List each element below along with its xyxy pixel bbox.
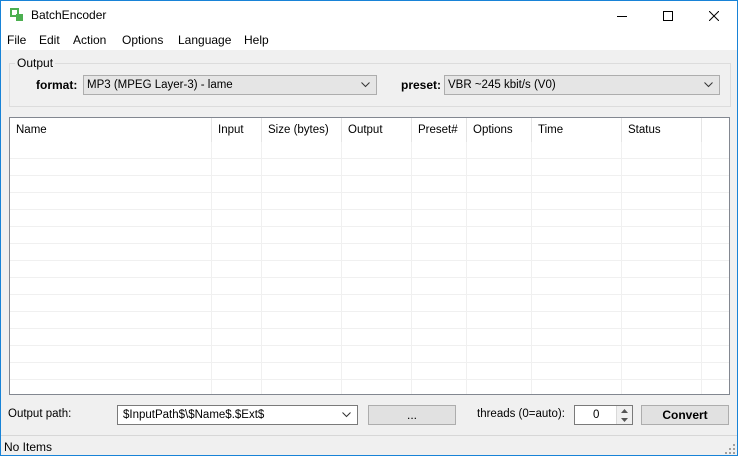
output-group-title: Output (15, 56, 56, 70)
column-label: Input (218, 124, 244, 136)
column-label: Preset# (418, 124, 458, 136)
grid-row-line (10, 192, 729, 193)
grid-row-line (10, 226, 729, 227)
menu-help[interactable]: Help (244, 33, 269, 47)
column-label: Time (538, 124, 564, 136)
menu-file[interactable]: File (7, 33, 26, 47)
column-header-time[interactable]: Time (532, 118, 622, 142)
chevron-down-icon (342, 412, 351, 418)
output-path-value: $InputPath$\$Name$.$Ext$ (123, 409, 265, 421)
menu-options[interactable]: Options (122, 33, 163, 47)
column-header-options[interactable]: Options (467, 118, 532, 142)
column-label: Status (628, 124, 661, 136)
maximize-icon (663, 10, 673, 21)
minimize-button[interactable] (599, 1, 645, 30)
grid-row-line (10, 158, 729, 159)
column-header-output[interactable]: Output (342, 118, 412, 142)
grid-row-line (10, 175, 729, 176)
preset-value: VBR ~245 kbit/s (V0) (448, 79, 556, 91)
grid-row-line (10, 260, 729, 261)
main-window: BatchEncoder File Edit Action Options La… (0, 0, 738, 456)
list-header: Name Input Size (bytes) Output Preset# O… (10, 118, 729, 142)
spin-up-button[interactable] (616, 406, 632, 415)
grid-row-line (10, 209, 729, 210)
grid-row-line (10, 243, 729, 244)
grid-row-line (10, 328, 729, 329)
threads-label: threads (0=auto): (477, 408, 565, 420)
menu-language[interactable]: Language (178, 33, 231, 47)
items-listview[interactable]: Name Input Size (bytes) Output Preset# O… (9, 117, 730, 395)
grid-column-line (211, 142, 212, 394)
close-icon (709, 10, 719, 21)
convert-button[interactable]: Convert (641, 405, 729, 425)
app-icon (10, 8, 23, 21)
preset-combobox[interactable]: VBR ~245 kbit/s (V0) (444, 75, 720, 95)
menu-action[interactable]: Action (73, 33, 106, 47)
status-text: No Items (4, 440, 53, 454)
grid-column-line (341, 142, 342, 394)
close-button[interactable] (691, 1, 737, 30)
grid-column-line (411, 142, 412, 394)
grid-row-line (10, 311, 729, 312)
format-label: format: (36, 78, 78, 92)
minimize-icon (617, 15, 627, 17)
preset-label: preset: (401, 78, 442, 92)
browse-button[interactable]: ... (368, 405, 456, 425)
output-path-label: Output path: (8, 408, 72, 420)
format-value: MP3 (MPEG Layer-3) - lame (87, 79, 233, 91)
title-bar: BatchEncoder (1, 1, 737, 30)
column-header-name[interactable]: Name (10, 118, 212, 142)
grid-column-line (466, 142, 467, 394)
grid-row-line (10, 362, 729, 363)
maximize-button[interactable] (645, 1, 691, 30)
grid-column-line (261, 142, 262, 394)
column-header-input[interactable]: Input (212, 118, 262, 142)
menu-bar: File Edit Action Options Language Help (1, 30, 737, 50)
menu-edit[interactable]: Edit (39, 33, 60, 47)
chevron-down-icon (361, 82, 370, 88)
threads-spinbox[interactable]: 0 (574, 405, 633, 425)
caret-up-icon (621, 408, 628, 413)
grid-column-line (621, 142, 622, 394)
column-header-status[interactable]: Status (622, 118, 702, 142)
column-label: Size (bytes) (268, 124, 329, 136)
grid-row-line (10, 379, 729, 380)
resize-grip-icon[interactable] (725, 444, 735, 454)
threads-value: 0 (593, 409, 600, 421)
grid-column-line (531, 142, 532, 394)
column-label: Output (348, 124, 383, 136)
caret-down-icon (621, 417, 628, 422)
chevron-down-icon (704, 82, 713, 88)
spin-down-button[interactable] (616, 415, 632, 424)
column-label: Options (473, 124, 513, 136)
grid-row-line (10, 294, 729, 295)
window-title: BatchEncoder (31, 8, 107, 22)
grid-column-line (701, 142, 702, 394)
column-header-size[interactable]: Size (bytes) (262, 118, 342, 142)
grid-row-line (10, 345, 729, 346)
column-header-preset[interactable]: Preset# (412, 118, 467, 142)
grid-row-line (10, 277, 729, 278)
column-label: Name (16, 124, 47, 136)
output-path-combobox[interactable]: $InputPath$\$Name$.$Ext$ (117, 405, 358, 425)
status-bar: No Items (1, 435, 737, 455)
format-combobox[interactable]: MP3 (MPEG Layer-3) - lame (83, 75, 377, 95)
